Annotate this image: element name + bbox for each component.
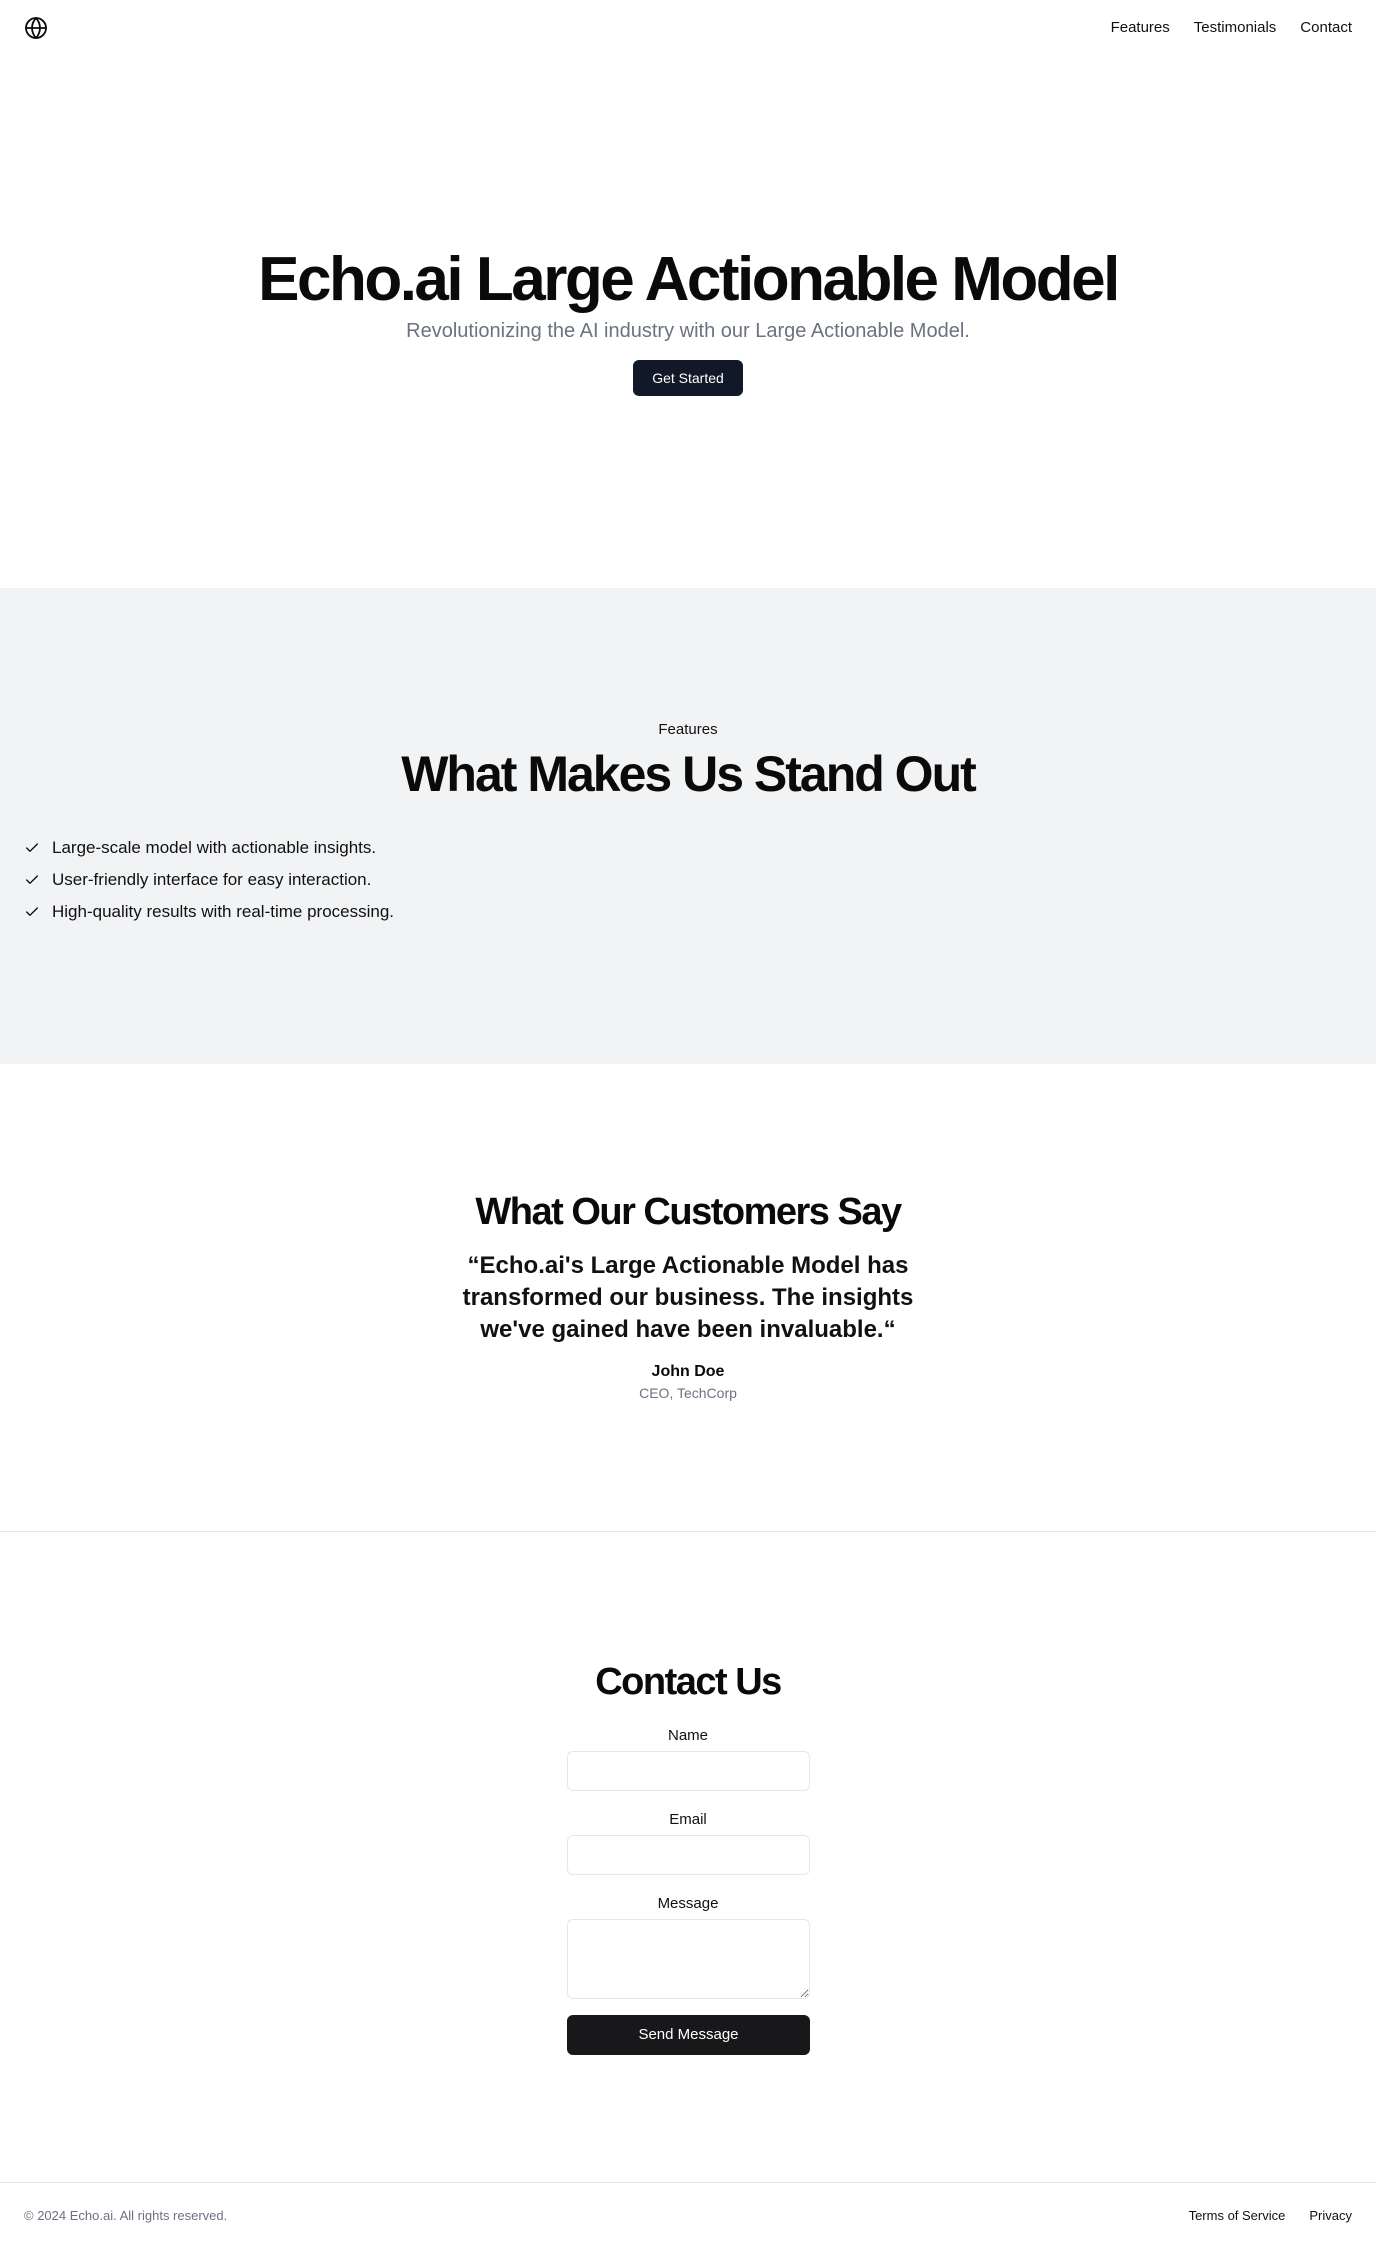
contact-title: Contact Us — [595, 1661, 782, 1703]
contact-section: Contact Us Name Email Message Send Messa… — [0, 1532, 1376, 2182]
testimonial-quote: “Echo.ai's Large Actionable Model has tr… — [462, 1252, 914, 1343]
main-nav: Features Testimonials Contact — [1111, 18, 1352, 38]
footer-links: Terms of Service Privacy — [1189, 2207, 1352, 2225]
site-footer: © 2024 Echo.ai. All rights reserved. Ter… — [0, 2182, 1376, 2248]
site-header: Features Testimonials Contact — [0, 0, 1376, 56]
check-icon — [26, 843, 38, 852]
testimonial-author: John Doe — [651, 1363, 725, 1380]
features-list: Large-scale model with actionable insigh… — [24, 832, 394, 928]
feature-text: Large-scale model with actionable insigh… — [52, 838, 377, 857]
message-label: Message — [657, 1895, 719, 1912]
check-icon — [26, 907, 38, 916]
email-field[interactable] — [567, 1835, 810, 1875]
testimonial-role: CEO, TechCorp — [639, 1385, 737, 1401]
testimonials-title: What Our Customers Say — [475, 1191, 902, 1233]
message-field[interactable] — [567, 1919, 810, 1999]
features-eyebrow: Features — [658, 721, 718, 738]
hero-section: Echo.ai Large Actionable Model Revolutio… — [0, 56, 1376, 588]
name-label: Name — [667, 1727, 708, 1744]
testimonials-section: What Our Customers Say “Echo.ai's Large … — [0, 1064, 1376, 1532]
feature-item: High-quality results with real-time proc… — [24, 896, 394, 928]
copyright-text: © 2024 Echo.ai. All rights reserved. — [24, 2208, 228, 2223]
feature-item: Large-scale model with actionable insigh… — [24, 832, 394, 864]
globe-icon[interactable] — [24, 16, 48, 40]
name-field[interactable] — [567, 1751, 810, 1791]
check-icon — [26, 875, 38, 884]
features-title: What Makes Us Stand Out — [401, 746, 977, 802]
hero-subtitle: Revolutionizing the AI industry with our… — [406, 320, 970, 342]
email-label: Email — [669, 1811, 707, 1828]
nav-link-contact[interactable]: Contact — [1300, 18, 1352, 38]
feature-text: High-quality results with real-time proc… — [52, 902, 395, 921]
feature-text: User-friendly interface for easy interac… — [52, 870, 372, 889]
privacy-link[interactable]: Privacy — [1309, 2207, 1352, 2225]
features-section: Features What Makes Us Stand Out Large-s… — [0, 588, 1376, 1064]
feature-item: User-friendly interface for easy interac… — [24, 864, 394, 896]
nav-link-testimonials[interactable]: Testimonials — [1194, 18, 1277, 38]
terms-link[interactable]: Terms of Service — [1189, 2207, 1286, 2225]
send-message-button[interactable]: Send Message — [567, 2015, 810, 2055]
hero-title: Echo.ai Large Actionable Model — [258, 245, 1120, 314]
nav-link-features[interactable]: Features — [1111, 18, 1170, 38]
get-started-button[interactable]: Get Started — [633, 360, 743, 396]
